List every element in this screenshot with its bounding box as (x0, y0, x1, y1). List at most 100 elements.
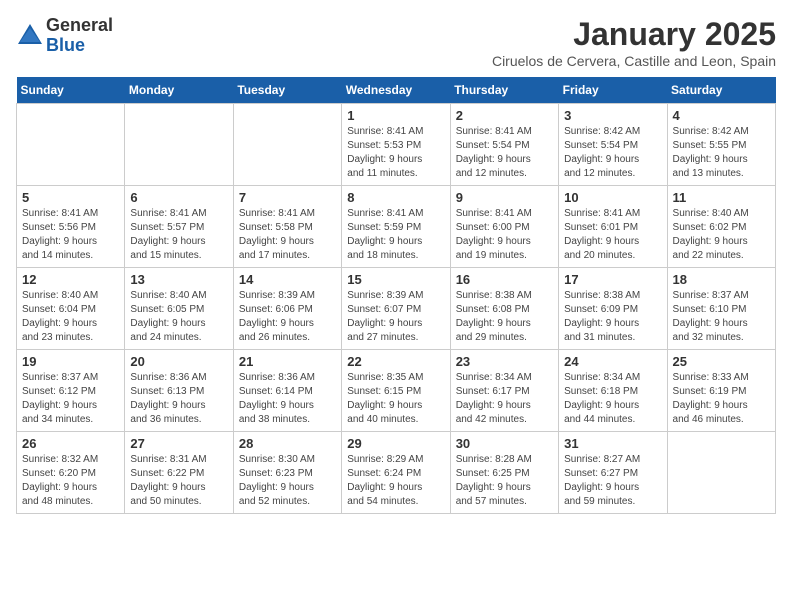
weekday-header-wednesday: Wednesday (342, 77, 450, 104)
calendar-cell: 19 Sunrise: 8:37 AM Sunset: 6:12 PM Dayli… (17, 350, 125, 432)
calendar-cell: 24 Sunrise: 8:34 AM Sunset: 6:18 PM Dayli… (559, 350, 667, 432)
weekday-header-saturday: Saturday (667, 77, 775, 104)
day-number: 5 (22, 190, 119, 205)
calendar-cell: 9Sunrise: 8:41 AM Sunset: 6:00 PM Daylig… (450, 186, 558, 268)
day-info: Sunrise: 8:37 AM Sunset: 6:12 PM Dayligh… (22, 371, 119, 427)
day-info: Sunrise: 8:41 AM Sunset: 5:57 PM Dayligh… (130, 207, 227, 263)
calendar-cell: 4 Sunrise: 8:42 AM Sunset: 5:55 PM Daylig… (667, 104, 775, 186)
day-info: Sunrise: 8:28 AM Sunset: 6:25 PM Dayligh… (456, 453, 553, 509)
calendar-cell: 10 Sunrise: 8:41 AM Sunset: 6:01 PM Dayli… (559, 186, 667, 268)
day-number: 8 (347, 190, 444, 205)
day-info: Sunrise: 8:35 AM Sunset: 6:15 PM Dayligh… (347, 371, 444, 427)
day-number: 10 (564, 190, 661, 205)
day-info: Sunrise: 8:41 AM Sunset: 5:56 PM Dayligh… (22, 207, 119, 263)
day-number: 20 (130, 354, 227, 369)
day-number: 26 (22, 436, 119, 451)
calendar-cell: 25 Sunrise: 8:33 AM Sunset: 6:19 PM Dayli… (667, 350, 775, 432)
day-number: 22 (347, 354, 444, 369)
logo-blue-text: Blue (46, 35, 85, 55)
calendar-cell (17, 104, 125, 186)
calendar-cell: 29 Sunrise: 8:29 AM Sunset: 6:24 PM Dayli… (342, 432, 450, 514)
day-info: Sunrise: 8:41 AM Sunset: 5:54 PM Dayligh… (456, 125, 553, 181)
day-info: Sunrise: 8:32 AM Sunset: 6:20 PM Dayligh… (22, 453, 119, 509)
calendar-cell: 27Sunrise: 8:31 AM Sunset: 6:22 PM Dayli… (125, 432, 233, 514)
day-info: Sunrise: 8:33 AM Sunset: 6:19 PM Dayligh… (673, 371, 770, 427)
day-info: Sunrise: 8:37 AM Sunset: 6:10 PM Dayligh… (673, 289, 770, 345)
day-info: Sunrise: 8:41 AM Sunset: 6:00 PM Dayligh… (456, 207, 553, 263)
day-info: Sunrise: 8:41 AM Sunset: 5:53 PM Dayligh… (347, 125, 444, 181)
day-info: Sunrise: 8:27 AM Sunset: 6:27 PM Dayligh… (564, 453, 661, 509)
day-number: 6 (130, 190, 227, 205)
day-info: Sunrise: 8:42 AM Sunset: 5:55 PM Dayligh… (673, 125, 770, 181)
day-info: Sunrise: 8:41 AM Sunset: 6:01 PM Dayligh… (564, 207, 661, 263)
calendar-cell: 5 Sunrise: 8:41 AM Sunset: 5:56 PM Daylig… (17, 186, 125, 268)
day-info: Sunrise: 8:29 AM Sunset: 6:24 PM Dayligh… (347, 453, 444, 509)
week-row-3: 12Sunrise: 8:40 AM Sunset: 6:04 PM Dayli… (17, 268, 776, 350)
calendar-cell: 15Sunrise: 8:39 AM Sunset: 6:07 PM Dayli… (342, 268, 450, 350)
day-info: Sunrise: 8:31 AM Sunset: 6:22 PM Dayligh… (130, 453, 227, 509)
week-row-5: 26 Sunrise: 8:32 AM Sunset: 6:20 PM Dayli… (17, 432, 776, 514)
calendar-cell: 18Sunrise: 8:37 AM Sunset: 6:10 PM Dayli… (667, 268, 775, 350)
day-number: 21 (239, 354, 336, 369)
day-number: 29 (347, 436, 444, 451)
calendar-cell: 8 Sunrise: 8:41 AM Sunset: 5:59 PM Daylig… (342, 186, 450, 268)
calendar-cell: 16Sunrise: 8:38 AM Sunset: 6:08 PM Dayli… (450, 268, 558, 350)
calendar-cell: 30 Sunrise: 8:28 AM Sunset: 6:25 PM Dayli… (450, 432, 558, 514)
calendar-cell: 23 Sunrise: 8:34 AM Sunset: 6:17 PM Dayli… (450, 350, 558, 432)
weekday-header-friday: Friday (559, 77, 667, 104)
logo-general-text: General (46, 15, 113, 35)
day-info: Sunrise: 8:34 AM Sunset: 6:17 PM Dayligh… (456, 371, 553, 427)
calendar-cell (233, 104, 341, 186)
day-number: 28 (239, 436, 336, 451)
calendar-table: SundayMondayTuesdayWednesdayThursdayFrid… (16, 77, 776, 514)
weekday-header-row: SundayMondayTuesdayWednesdayThursdayFrid… (17, 77, 776, 104)
weekday-header-sunday: Sunday (17, 77, 125, 104)
day-number: 19 (22, 354, 119, 369)
week-row-1: 1Sunrise: 8:41 AM Sunset: 5:53 PM Daylig… (17, 104, 776, 186)
calendar-cell (667, 432, 775, 514)
calendar-cell: 13 Sunrise: 8:40 AM Sunset: 6:05 PM Dayli… (125, 268, 233, 350)
location-title: Ciruelos de Cervera, Castille and Leon, … (492, 53, 776, 69)
day-number: 17 (564, 272, 661, 287)
calendar-cell: 11 Sunrise: 8:40 AM Sunset: 6:02 PM Dayli… (667, 186, 775, 268)
day-number: 14 (239, 272, 336, 287)
day-info: Sunrise: 8:38 AM Sunset: 6:09 PM Dayligh… (564, 289, 661, 345)
day-info: Sunrise: 8:39 AM Sunset: 6:06 PM Dayligh… (239, 289, 336, 345)
calendar-cell: 28Sunrise: 8:30 AM Sunset: 6:23 PM Dayli… (233, 432, 341, 514)
calendar-cell: 7 Sunrise: 8:41 AM Sunset: 5:58 PM Daylig… (233, 186, 341, 268)
day-number: 24 (564, 354, 661, 369)
day-number: 23 (456, 354, 553, 369)
weekday-header-monday: Monday (125, 77, 233, 104)
day-info: Sunrise: 8:41 AM Sunset: 5:59 PM Dayligh… (347, 207, 444, 263)
calendar-cell: 6 Sunrise: 8:41 AM Sunset: 5:57 PM Daylig… (125, 186, 233, 268)
day-info: Sunrise: 8:38 AM Sunset: 6:08 PM Dayligh… (456, 289, 553, 345)
page-container: General Blue January 2025 Ciruelos de Ce… (16, 16, 776, 514)
day-number: 7 (239, 190, 336, 205)
logo-icon (16, 22, 44, 50)
day-number: 25 (673, 354, 770, 369)
weekday-header-thursday: Thursday (450, 77, 558, 104)
title-block: January 2025 Ciruelos de Cervera, Castil… (492, 16, 776, 69)
day-number: 30 (456, 436, 553, 451)
calendar-cell: 2 Sunrise: 8:41 AM Sunset: 5:54 PM Daylig… (450, 104, 558, 186)
week-row-4: 19 Sunrise: 8:37 AM Sunset: 6:12 PM Dayli… (17, 350, 776, 432)
day-info: Sunrise: 8:34 AM Sunset: 6:18 PM Dayligh… (564, 371, 661, 427)
day-info: Sunrise: 8:36 AM Sunset: 6:14 PM Dayligh… (239, 371, 336, 427)
day-info: Sunrise: 8:40 AM Sunset: 6:05 PM Dayligh… (130, 289, 227, 345)
week-row-2: 5 Sunrise: 8:41 AM Sunset: 5:56 PM Daylig… (17, 186, 776, 268)
calendar-cell (125, 104, 233, 186)
calendar-cell: 14 Sunrise: 8:39 AM Sunset: 6:06 PM Dayli… (233, 268, 341, 350)
day-info: Sunrise: 8:39 AM Sunset: 6:07 PM Dayligh… (347, 289, 444, 345)
day-number: 13 (130, 272, 227, 287)
day-info: Sunrise: 8:41 AM Sunset: 5:58 PM Dayligh… (239, 207, 336, 263)
day-info: Sunrise: 8:40 AM Sunset: 6:02 PM Dayligh… (673, 207, 770, 263)
day-number: 2 (456, 108, 553, 123)
calendar-cell: 12Sunrise: 8:40 AM Sunset: 6:04 PM Dayli… (17, 268, 125, 350)
day-number: 4 (673, 108, 770, 123)
header: General Blue January 2025 Ciruelos de Ce… (16, 16, 776, 69)
day-info: Sunrise: 8:42 AM Sunset: 5:54 PM Dayligh… (564, 125, 661, 181)
day-number: 31 (564, 436, 661, 451)
day-info: Sunrise: 8:36 AM Sunset: 6:13 PM Dayligh… (130, 371, 227, 427)
day-number: 11 (673, 190, 770, 205)
calendar-cell: 26 Sunrise: 8:32 AM Sunset: 6:20 PM Dayli… (17, 432, 125, 514)
